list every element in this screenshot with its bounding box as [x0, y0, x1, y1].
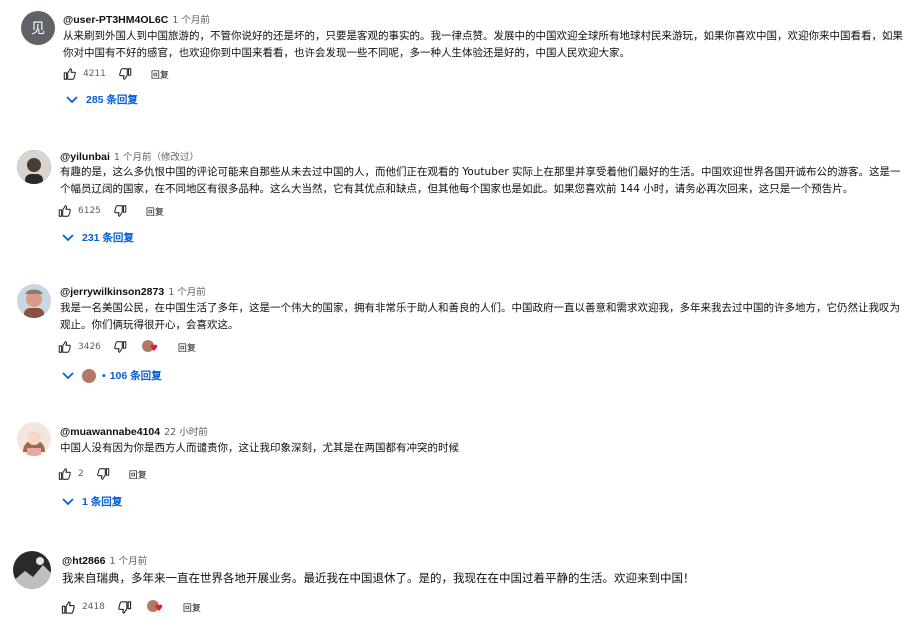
comment-time[interactable]: 1 个月前 — [172, 15, 210, 26]
dislike-button[interactable] — [117, 600, 133, 615]
avatar-photo-icon — [13, 551, 51, 589]
chevron-down-icon — [66, 95, 78, 104]
like-button[interactable]: 2 — [57, 467, 84, 481]
comment-header: @muawannabe4104 22 小时前 — [60, 424, 208, 438]
comment-text: 中国人没有因为你是西方人而谴责你，这让我印象深刻，尤其是在两国都有冲突的时候 — [60, 442, 459, 454]
replies-count: 231 条回复 — [82, 232, 134, 244]
view-replies-button[interactable]: 231 条回复 — [62, 230, 134, 245]
comment-actions: 4211 回复 — [62, 64, 169, 84]
comment-actions: 2 回复 — [57, 464, 147, 484]
thumbs-down-icon — [114, 341, 127, 353]
view-replies-button[interactable]: 1 条回复 — [62, 494, 122, 509]
comment-header: @yilunbai 1 个月前（修改过） — [60, 149, 199, 163]
dislike-button[interactable] — [96, 467, 111, 481]
comment-thread: @muawannabe4104 22 小时前 中国人没有因为你是西方人而谴责你，这… — [0, 414, 915, 524]
comment-text: 有趣的是，这么多仇恨中国的评论可能来自那些从未去过中国的人，而他们正在观看的 Y… — [60, 166, 901, 195]
reply-button[interactable]: 回复 — [129, 468, 147, 481]
thumbs-down-icon — [96, 468, 109, 480]
reply-button[interactable]: 回复 — [146, 205, 164, 218]
view-replies-button[interactable]: • 106 条回复 — [62, 368, 162, 383]
chevron-down-icon — [62, 497, 74, 506]
avatar[interactable] — [17, 150, 51, 184]
thumbs-up-icon — [58, 205, 71, 217]
comment-author[interactable]: @yilunbai — [60, 151, 110, 163]
like-button[interactable]: 6125 — [57, 204, 101, 218]
replies-dot: • — [102, 369, 106, 382]
reply-button[interactable]: 回复 — [178, 341, 196, 354]
like-count: 2418 — [82, 602, 105, 612]
avatar-letter: 见 — [31, 21, 45, 37]
thumbs-up-icon — [58, 468, 71, 480]
chevron-down-icon — [62, 233, 74, 242]
avatar[interactable] — [13, 551, 51, 589]
comment-time[interactable]: 22 小时前 — [164, 427, 208, 438]
dislike-button[interactable] — [113, 340, 128, 354]
replies-count: 1 条回复 — [82, 496, 123, 508]
like-count: 2 — [78, 469, 84, 479]
comment-time[interactable]: 1 个月前（修改过） — [114, 152, 199, 163]
view-replies-button[interactable]: 285 条回复 — [66, 92, 138, 107]
comment-author[interactable]: @user-PT3HM4OL6C — [63, 14, 168, 26]
avatar[interactable]: 见 — [21, 11, 55, 45]
creator-heart-icon: ♥ — [146, 599, 165, 615]
comment-actions: 6125 回复 — [57, 201, 164, 221]
comment-header: @jerrywilkinson2873 1 个月前 — [60, 284, 206, 298]
comment-text: 我来自瑞典，多年来一直在世界各地开展业务。最近我在中国退休了。是的，我现在在中国… — [62, 571, 695, 585]
comment-actions: 3426 ♥ 回复 — [57, 337, 196, 357]
chevron-down-icon — [62, 371, 74, 380]
comment-thread: @jerrywilkinson2873 1 个月前 我是一名美国公民，在中国生活了… — [0, 280, 915, 400]
dislike-button[interactable] — [113, 204, 128, 218]
comment-text: 我是一名美国公民，在中国生活了多年，这是一个伟大的国家，拥有非常乐于助人和善良的… — [60, 302, 900, 331]
like-count: 6125 — [78, 206, 101, 216]
comment-thread: 见 @user-PT3HM4OL6C 1 个月前 从来刷到外国人到中国旅游的，不管… — [0, 0, 915, 125]
thumbs-up-icon — [63, 68, 76, 80]
thumbs-down-icon — [114, 205, 127, 217]
like-count: 3426 — [78, 342, 101, 352]
replies-count: 106 条回复 — [109, 370, 162, 382]
like-button[interactable]: 4211 — [62, 67, 106, 81]
like-button[interactable]: 2418 — [60, 600, 105, 615]
comment-author[interactable]: @ht2866 — [62, 555, 106, 567]
thumbs-down-icon — [118, 600, 132, 614]
avatar-photo-icon — [17, 150, 51, 184]
comment-text: 从来刷到外国人到中国旅游的，不管你说好的还是坏的，只要是客观的事实的。我一律点赞… — [63, 30, 903, 59]
thumbs-up-icon — [58, 341, 71, 353]
comment-author[interactable]: @muawannabe4104 — [60, 426, 160, 438]
creator-avatar-icon — [82, 368, 96, 383]
avatar[interactable] — [17, 422, 51, 456]
avatar[interactable] — [17, 284, 51, 318]
creator-heart-icon: ♥ — [141, 339, 160, 355]
avatar-photo-icon — [17, 422, 51, 456]
comment-thread: @yilunbai 1 个月前（修改过） 有趣的是，这么多仇恨中国的评论可能来自那… — [0, 140, 915, 260]
like-count: 4211 — [83, 69, 106, 79]
comment-header: @ht2866 1 个月前 — [62, 553, 147, 567]
avatar-photo-icon — [17, 284, 51, 318]
like-button[interactable]: 3426 — [57, 340, 101, 354]
comment-time[interactable]: 1 个月前 — [110, 556, 148, 567]
dislike-button[interactable] — [118, 67, 133, 81]
thumbs-down-icon — [119, 68, 132, 80]
comment-author[interactable]: @jerrywilkinson2873 — [60, 286, 164, 298]
thumbs-up-icon — [61, 600, 75, 614]
comment-actions: 2418 ♥ 回复 — [60, 597, 201, 617]
reply-button[interactable]: 回复 — [151, 68, 169, 81]
replies-count: 285 条回复 — [86, 94, 138, 106]
comment-thread: @ht2866 1 个月前 我来自瑞典，多年来一直在世界各地开展业务。最近我在中国… — [0, 545, 915, 632]
reply-button[interactable]: 回复 — [183, 601, 201, 614]
comment-time[interactable]: 1 个月前 — [168, 287, 206, 298]
comment-header: @user-PT3HM4OL6C 1 个月前 — [63, 12, 210, 26]
